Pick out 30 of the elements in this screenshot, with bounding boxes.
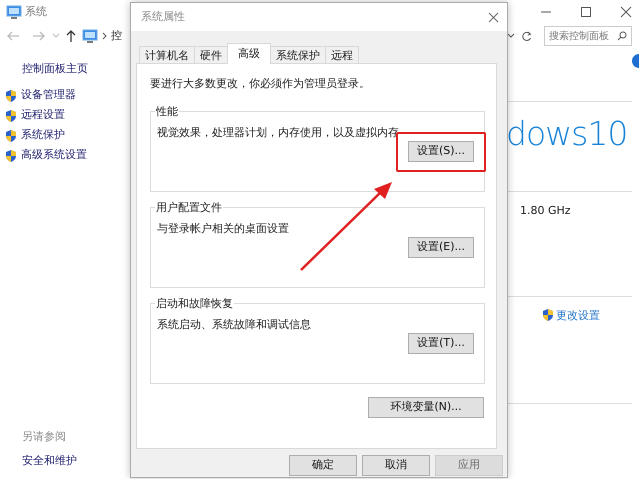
sidebar-link[interactable]: 控制面板主页 (22, 61, 130, 78)
settings-button[interactable]: 设置(S)... (408, 141, 474, 162)
sidebar-link[interactable]: 安全和维护 (22, 452, 130, 469)
tab[interactable]: 远程 (325, 46, 359, 64)
notice-text: 要进行大多数更改，你必须作为管理员登录。 (150, 76, 371, 92)
window-title: 系统 (24, 4, 47, 20)
sidebar-link[interactable]: 设备管理器 (21, 87, 76, 104)
group-title: 用户配置文件 (155, 202, 223, 212)
dialog-button[interactable]: 取消 (362, 455, 430, 476)
search-field[interactable]: 搜索控制面板 (544, 26, 632, 46)
sidebar-link[interactable]: 高级系统设置 (21, 147, 87, 164)
logo-text: dows10 (506, 117, 628, 150)
dialog-button[interactable]: 确定 (289, 455, 357, 476)
sidebar-link[interactable]: 远程设置 (21, 107, 65, 124)
group-title: 性能 (155, 106, 179, 116)
tab[interactable]: 计算机名 (139, 46, 195, 64)
sidebar-link[interactable]: 系统保护 (21, 127, 65, 144)
change-settings-link[interactable]: 更改设置 (556, 308, 600, 324)
settings-button[interactable]: 设置(T)... (408, 333, 474, 354)
env-vars-button[interactable]: 环境变量(N)... (368, 396, 484, 418)
breadcrumb-item[interactable]: 控 (110, 28, 122, 44)
group-description: 系统启动、系统故障和调试信息 (157, 316, 312, 332)
spec-value: 1.80 GHz (520, 204, 571, 217)
group-description: 与登录帐户相关的桌面设置 (157, 220, 290, 236)
dialog-title: 系统属性 (141, 8, 185, 25)
tab[interactable]: 高级 (227, 43, 271, 64)
group-description: 视觉效果，处理器计划，内存使用，以及虚拟内存 (157, 124, 400, 140)
settings-button[interactable]: 设置(E)... (408, 237, 474, 258)
section-heading: 另请参阅 (22, 429, 67, 445)
group-title: 启动和故障恢复 (155, 298, 234, 308)
